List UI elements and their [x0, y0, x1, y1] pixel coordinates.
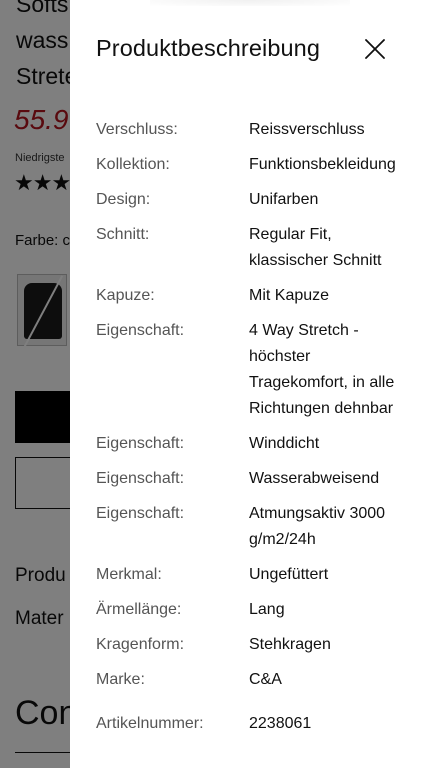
spec-key: Verschluss:: [96, 121, 178, 138]
spec-row: Ärmellänge: Lang: [96, 597, 412, 623]
spec-value: Wasserabweisend: [249, 470, 380, 487]
product-description-drawer: Produktbeschreibung Verschluss: Reissver…: [70, 0, 426, 768]
article-number-key: Artikelnummer:: [96, 715, 204, 732]
spec-row: Kragenform: Stehkragen: [96, 632, 412, 658]
spec-value: Mit Kapuze: [249, 287, 330, 304]
spec-row: Design: Unifarben: [96, 187, 412, 213]
spec-row: Kapuze: Mit Kapuze: [96, 283, 412, 309]
spec-key: Eigenschaft:: [96, 322, 185, 339]
spec-key: Design:: [96, 191, 151, 208]
spec-row: Eigenschaft: Wasserabweisend: [96, 466, 412, 492]
article-number-value: 2238061: [249, 715, 312, 732]
close-button[interactable]: [362, 36, 388, 62]
spec-value: Atmungsaktiv 3000 g/m2/24h: [249, 505, 386, 548]
spec-key: Kapuze:: [96, 287, 155, 304]
spec-key: Kragenform:: [96, 636, 185, 653]
spec-value: Funktionsbekleidung: [249, 156, 396, 173]
spec-value: 4 Way Stretch - höchster Tragekomfort, i…: [249, 322, 395, 417]
spec-value: Regular Fit, klassischer Schnitt: [249, 226, 382, 269]
spec-row: Eigenschaft: 4 Way Stretch - höchster Tr…: [96, 318, 412, 422]
close-icon: [365, 39, 385, 59]
spec-value: C&A: [249, 671, 282, 688]
spec-list: Verschluss: Reissverschluss Kollektion: …: [96, 117, 412, 746]
spec-key: Eigenschaft:: [96, 505, 185, 522]
drawer-top-shadow: [150, 0, 350, 6]
spec-row: Verschluss: Reissverschluss: [96, 117, 412, 143]
drawer-title: Produktbeschreibung: [96, 35, 320, 61]
spec-value: Lang: [249, 601, 285, 618]
spec-value: Stehkragen: [249, 636, 331, 653]
spec-row: Schnitt: Regular Fit, klassischer Schnit…: [96, 222, 412, 274]
spec-key: Eigenschaft:: [96, 470, 185, 487]
article-number-row: Artikelnummer: 2238061: [96, 711, 412, 737]
spec-key: Eigenschaft:: [96, 435, 185, 452]
spec-value: Unifarben: [249, 191, 319, 208]
spec-key: Merkmal:: [96, 566, 162, 583]
spec-row: Eigenschaft: Winddicht: [96, 431, 412, 457]
spec-key: Kollektion:: [96, 156, 170, 173]
spec-value: Winddicht: [249, 435, 320, 452]
spec-row: Merkmal: Ungefüttert: [96, 562, 412, 588]
spec-row: Marke: C&A: [96, 667, 412, 693]
spec-row: Eigenschaft: Atmungsaktiv 3000 g/m2/24h: [96, 501, 412, 553]
spec-row: Kollektion: Funktionsbekleidung: [96, 152, 412, 178]
spec-value: Reissverschluss: [249, 121, 365, 138]
spec-key: Ärmellänge:: [96, 601, 182, 618]
spec-key: Schnitt:: [96, 226, 150, 243]
spec-key: Marke:: [96, 671, 145, 688]
spec-value: Ungefüttert: [249, 566, 329, 583]
